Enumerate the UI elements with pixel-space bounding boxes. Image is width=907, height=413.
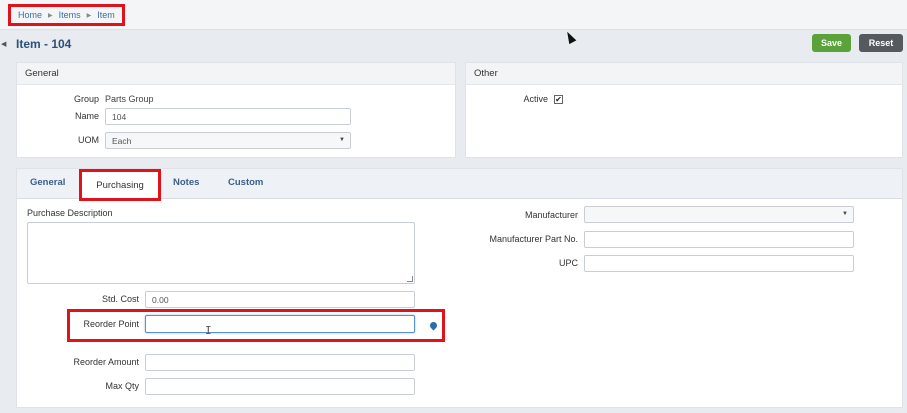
upc-input[interactable] (584, 255, 854, 272)
std-cost-label: Std. Cost (101, 294, 139, 304)
upc-label: UPC (558, 258, 578, 268)
std-cost-input[interactable]: 0.00 (145, 291, 415, 308)
reorder-amount-label: Reorder Amount (73, 357, 139, 367)
name-input[interactable]: 104 (105, 108, 351, 125)
uom-selected-value: Each (112, 135, 132, 146)
group-value: Parts Group (105, 94, 154, 104)
manufacturer-label: Manufacturer (524, 210, 578, 220)
active-checkbox[interactable]: ✔ (554, 95, 563, 104)
item-tabs-panel: General Purchasing Notes Custom Purchase… (16, 168, 903, 408)
tab-custom[interactable]: Custom (228, 177, 263, 188)
collapse-sidebar-icon[interactable]: ◀ (1, 40, 6, 48)
purchase-description-label: Purchase Description (27, 208, 113, 218)
breadcrumb-separator-icon: ▶ (86, 12, 92, 19)
general-panel-heading: General (17, 63, 455, 85)
save-button[interactable]: Save (812, 34, 851, 52)
max-qty-input[interactable] (145, 378, 415, 395)
other-panel: Other Active ✔ (465, 62, 903, 158)
uom-select[interactable]: Each ▼ (105, 132, 351, 149)
resize-handle-icon[interactable] (407, 276, 413, 282)
text-cursor-icon: I (205, 324, 212, 337)
reset-button[interactable]: Reset (859, 34, 903, 52)
purchase-description-textarea[interactable] (27, 222, 415, 284)
mouse-pointer-icon (563, 29, 577, 45)
uom-label: UOM (78, 135, 99, 145)
chevron-down-icon: ▼ (842, 211, 848, 217)
tab-purchasing[interactable]: Purchasing (79, 169, 161, 201)
tab-general[interactable]: General (30, 177, 65, 188)
active-label: Active (523, 94, 548, 104)
breadcrumb-home[interactable]: Home (18, 10, 42, 20)
manufacturer-select[interactable]: ▼ (584, 206, 854, 223)
breadcrumb-items[interactable]: Items (59, 10, 81, 20)
max-qty-label: Max Qty (105, 381, 139, 391)
name-label: Name (74, 111, 99, 121)
chevron-down-icon: ▼ (339, 137, 345, 143)
breadcrumb-separator-icon: ▶ (48, 12, 53, 19)
general-panel: General Group Parts Group Name 104 UOM E… (16, 62, 456, 158)
reorder-amount-input[interactable] (145, 354, 415, 371)
tab-notes[interactable]: Notes (173, 177, 199, 188)
reorder-point-input[interactable] (145, 315, 415, 333)
reorder-point-label: Reorder Point (83, 319, 139, 329)
tab-bar: General Purchasing Notes Custom (17, 169, 902, 201)
manufacturer-part-input[interactable] (584, 231, 854, 248)
breadcrumb: Home ▶ Items ▶ Item (8, 4, 125, 26)
page-title: Item - 104 (16, 37, 72, 51)
manufacturer-part-label: Manufacturer Part No. (489, 234, 578, 244)
breadcrumb-item: Item (97, 10, 115, 20)
group-label: Group (73, 94, 99, 104)
other-panel-heading: Other (466, 63, 902, 85)
top-bar (0, 0, 907, 30)
